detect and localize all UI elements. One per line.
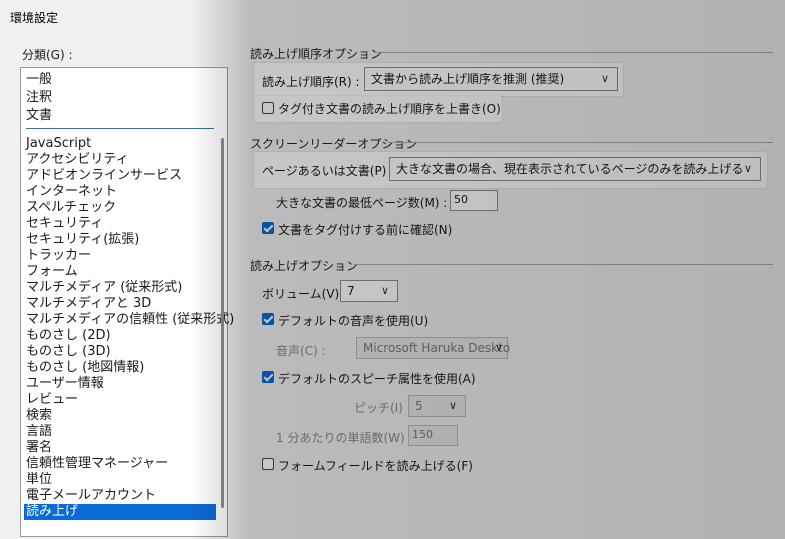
pages-label: ページあるいは文書(P) : <box>262 164 395 178</box>
category-item[interactable]: マルチメディアと 3D <box>26 296 151 312</box>
chevron-down-icon: ∨ <box>448 399 457 412</box>
category-item[interactable]: セキュリティ <box>26 216 103 232</box>
default-speech-checkbox[interactable] <box>262 371 274 383</box>
min-pages-label: 大きな文書の最低ページ数(M) : <box>276 196 448 210</box>
categories-scrollbar[interactable] <box>221 138 224 508</box>
override-reading-order-checkbox[interactable] <box>262 102 274 114</box>
category-item[interactable]: 単位 <box>26 472 52 488</box>
category-item[interactable]: 文書 <box>26 108 52 124</box>
category-item[interactable]: レビュー <box>26 392 78 408</box>
default-voice-checkbox[interactable] <box>262 313 274 325</box>
category-item[interactable]: ものさし (地図情報) <box>26 360 144 376</box>
confirm-tagging-checkbox[interactable] <box>262 222 274 234</box>
category-item[interactable]: アドビオンラインサービス <box>26 168 182 184</box>
reading-order-label: 読み上げ順序(R) : <box>262 75 360 89</box>
category-item[interactable]: 電子メールアカウント <box>26 488 156 504</box>
pages-value: 大きな文書の場合、現在表示されているページのみを読み上げる <box>396 162 744 176</box>
pitch-dropdown[interactable]: 5 ∨ <box>408 395 466 417</box>
volume-dropdown[interactable]: 7 ∨ <box>340 280 398 302</box>
pages-dropdown[interactable]: 大きな文書の場合、現在表示されているページのみを読み上げる ∨ <box>389 157 761 181</box>
read-aloud-group-title: 読み上げオプション <box>250 259 359 273</box>
min-pages-input[interactable]: 50 <box>450 190 498 211</box>
voice-dropdown[interactable]: Microsoft Haruka Deskto ∨ <box>356 337 511 359</box>
read-form-fields-checkbox[interactable] <box>262 458 274 470</box>
chevron-down-icon: ∨ <box>600 72 609 85</box>
category-item[interactable]: スペルチェック <box>26 200 116 216</box>
category-item[interactable]: ユーザー情報 <box>26 376 104 392</box>
reading-order-group-title: 読み上げ順序オプション <box>250 47 383 61</box>
category-item[interactable]: JavaScript <box>26 136 91 152</box>
reading-order-group-divider <box>375 52 773 53</box>
default-voice-label[interactable]: デフォルトの音声を使用(U) <box>278 312 428 329</box>
screen-reader-group-divider <box>388 142 773 143</box>
screen-reader-group-title: スクリーンリーダーオプション <box>250 137 418 151</box>
voice-label: 音声(C) : <box>276 344 326 358</box>
category-item[interactable]: インターネット <box>26 184 117 200</box>
confirm-tagging-label[interactable]: 文書をタグ付けする前に確認(N) <box>278 221 452 238</box>
category-item[interactable]: マルチメディア (従来形式) <box>26 280 182 296</box>
category-item[interactable]: 署名 <box>26 440 52 456</box>
category-item[interactable]: 検索 <box>26 408 52 424</box>
category-item[interactable]: マルチメディアの信頼性 (従来形式) <box>26 312 234 328</box>
reading-order-value: 文書から読み上げ順序を推測 (推奨) <box>371 72 565 86</box>
default-speech-label[interactable]: デフォルトのスピーチ属性を使用(A) <box>278 370 476 387</box>
volume-label: ボリューム(V) : <box>262 287 348 301</box>
categories-separator <box>26 128 214 129</box>
reading-order-dropdown[interactable]: 文書から読み上げ順序を推測 (推奨) ∨ <box>364 67 618 91</box>
category-item[interactable]: 言語 <box>26 424 52 440</box>
category-item[interactable]: 注釈 <box>26 90 52 106</box>
words-per-minute-label: 1 分あたりの単語数(W) : <box>276 431 413 445</box>
read-aloud-group-divider <box>354 264 773 265</box>
chevron-down-icon: ∨ <box>743 162 752 175</box>
volume-value: 7 <box>347 284 355 298</box>
window-title: 環境設定 <box>10 11 59 25</box>
override-reading-order-label[interactable]: タグ付き文書の読み上げ順序を上書き(O) <box>278 100 501 117</box>
chevron-down-icon: ∨ <box>380 284 389 297</box>
category-item[interactable]: 読み上げ <box>24 504 216 520</box>
category-item[interactable]: アクセシビリティ <box>26 152 129 168</box>
pitch-label: ピッチ(I) : <box>354 401 411 415</box>
category-item[interactable]: トラッカー <box>26 248 91 264</box>
category-item[interactable]: ものさし (2D) <box>26 328 111 344</box>
categories-list[interactable]: 一般注釈文書 JavaScript アクセシビリティ アドビオンラインサービス インター… <box>20 67 234 537</box>
words-per-minute-input[interactable]: 150 <box>408 425 458 446</box>
chevron-down-icon: ∨ <box>494 341 503 354</box>
title-bar: 環境設定 <box>0 0 785 32</box>
category-item[interactable]: セキュリティ(拡張) <box>26 232 139 248</box>
pitch-value: 5 <box>415 399 423 413</box>
categories-label: 分類(G) : <box>22 48 73 62</box>
voice-value: Microsoft Haruka Deskto <box>363 341 511 355</box>
read-form-fields-label[interactable]: フォームフィールドを読み上げる(F) <box>278 457 473 474</box>
category-item[interactable]: フォーム <box>26 264 78 280</box>
category-item[interactable]: ものさし (3D) <box>26 344 111 360</box>
category-item[interactable]: 信頼性管理マネージャー <box>26 456 168 472</box>
category-item[interactable]: 一般 <box>26 72 52 88</box>
